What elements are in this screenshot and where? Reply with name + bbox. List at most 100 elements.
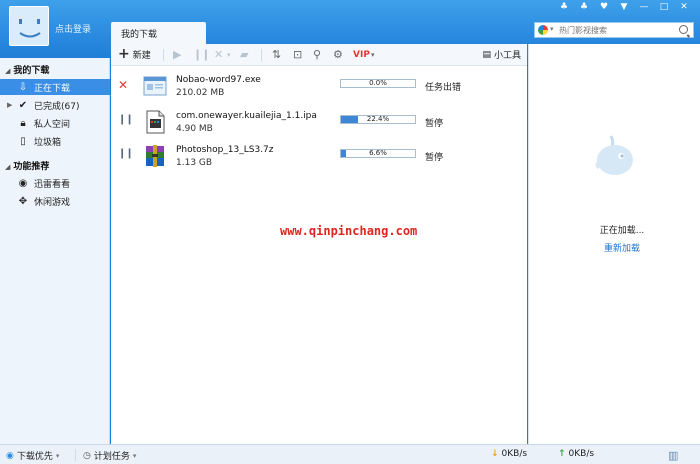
divider [75, 449, 76, 461]
error-x-icon[interactable]: ✕ [118, 78, 128, 92]
message-icon[interactable]: ♥ [598, 2, 610, 12]
sidebar-item-label: 休闲游戏 [34, 197, 71, 208]
start-icon[interactable]: ▶ [173, 48, 181, 62]
collapse-triangle-icon[interactable]: ◢ [5, 67, 10, 75]
video-icon: ◉ [18, 177, 28, 189]
avatar[interactable] [9, 6, 49, 46]
file-size: 1.13 GB [176, 158, 213, 168]
upload-speed-value: 0KB/s [568, 449, 595, 459]
trash-icon: ▯ [20, 135, 26, 147]
gear-icon[interactable]: ⚙ [333, 48, 343, 62]
tab-my-downloads[interactable]: 我的下载 [111, 22, 206, 44]
watermark-text: www.qinpinchang.com [280, 224, 418, 238]
task-status: 暂停 [425, 119, 444, 129]
close-icon[interactable]: ✕ [678, 2, 690, 12]
chevron-down-icon: ▾ [55, 451, 60, 460]
pause-icon[interactable]: ❙❙ [118, 114, 134, 125]
divider [261, 49, 262, 61]
sidebar-item-xunlei-kankan[interactable]: ◉ 迅雷看看 [0, 175, 110, 191]
skin-icon[interactable]: ♣ [558, 2, 570, 12]
loading-text: 正在加载... [599, 226, 645, 236]
reload-link[interactable]: 重新加载 [529, 241, 700, 254]
pause-icon[interactable]: ❙❙ [193, 48, 210, 62]
schedule-label: 计划任务 [93, 452, 130, 462]
sidebar-item-casual-games[interactable]: ✥ 休闲游戏 [0, 193, 110, 209]
status-bar: ◉ 下载优先 ▾ ◷ 计划任务 ▾ ↓ 0KB/s ↑ 0KB/s ▥ [0, 444, 700, 464]
lock-icon: 🔒︎ [20, 117, 26, 129]
progress-bar: 6.6% [340, 149, 416, 158]
float-window-toggle[interactable]: ▥ [668, 449, 678, 462]
sidebar-item-trash[interactable]: ▯ 垃圾箱 [0, 133, 110, 149]
float-window-icon: ▥ [668, 449, 679, 462]
settings-icon[interactable]: ▼ [618, 2, 630, 12]
check-icon: ✔ [18, 99, 28, 111]
section-label: 我的下载 [13, 66, 50, 76]
download-row[interactable]: ✕ Nobao-word97.exe 210.02 MB 0.0% 任务出错 [111, 71, 527, 105]
maximize-icon[interactable]: □ [658, 2, 670, 12]
chevron-down-icon: ▾ [132, 451, 137, 460]
vip-icon[interactable]: VIP [353, 48, 370, 62]
download-row[interactable]: ❙❙ Photoshop_13_LS3.7z 1.13 GB 6.6% 暂停 [111, 141, 527, 175]
search-icon[interactable] [679, 25, 688, 34]
section-label: 功能推荐 [13, 162, 50, 172]
priority-icon: ◉ [6, 450, 14, 461]
plus-icon: + [118, 46, 130, 62]
file-name: Nobao-word97.exe [176, 75, 261, 85]
info-panel: 正在加载... 重新加载 [528, 44, 700, 444]
pause-icon[interactable]: ❙❙ [118, 148, 134, 159]
task-info-icon[interactable]: ⊡ [293, 48, 302, 62]
file-name: Photoshop_13_LS3.7z [176, 145, 274, 155]
archive-file-icon [146, 145, 164, 167]
ipa-file-icon [146, 110, 165, 134]
upload-speed-arrow-icon: ↑ [558, 449, 566, 459]
chevron-down-icon[interactable]: ▾ [550, 25, 554, 33]
file-name: com.onewayer.kuailejia_1.1.ipa [176, 111, 317, 121]
scheduled-tasks-dropdown[interactable]: ◷ 计划任务 ▾ [83, 449, 137, 463]
search-box[interactable]: ▾ [534, 22, 694, 38]
download-priority-dropdown[interactable]: ◉ 下载优先 ▾ [6, 449, 60, 463]
delete-dropdown-icon[interactable]: ▾ [227, 48, 231, 62]
minimize-icon[interactable]: — [638, 2, 650, 12]
search-input[interactable] [559, 24, 674, 36]
login-link[interactable]: 点击登录 [55, 22, 91, 35]
progress-percent: 6.6% [369, 149, 387, 157]
clock-icon: ◷ [83, 450, 91, 461]
open-folder-icon[interactable]: ▰ [240, 48, 248, 62]
sidebar-item-private-space[interactable]: 🔒︎ 私人空间 [0, 115, 110, 131]
avatar-face-icon [19, 19, 41, 38]
window-controls: ♣ ♣ ♥ ▼ — □ ✕ [558, 2, 690, 12]
toolbox-icon: ▤ [482, 49, 491, 60]
browser-logo-icon [538, 25, 548, 35]
tools-label: 小工具 [493, 51, 521, 61]
priority-label: 下载优先 [16, 452, 53, 462]
sidebar-item-label: 已完成(67) [34, 101, 80, 112]
sidebar-item-label: 垃圾箱 [34, 137, 62, 148]
sidebar-item-downloading[interactable]: ⇩ 正在下载 [0, 79, 110, 95]
upload-speed: ↑ 0KB/s [558, 449, 594, 459]
sidebar-section-recommended[interactable]: ◢ 功能推荐 [5, 159, 49, 172]
expand-triangle-icon[interactable]: ▶ [7, 101, 12, 109]
file-size: 4.90 MB [176, 124, 213, 134]
delete-icon[interactable]: ✕ [214, 48, 223, 62]
sidebar-item-label: 迅雷看看 [34, 179, 71, 190]
collapse-triangle-icon[interactable]: ◢ [5, 163, 10, 171]
progress-percent: 0.0% [369, 79, 387, 87]
thunder-bird-mascot-icon [595, 135, 633, 175]
sidebar-section-my-downloads[interactable]: ◢ 我的下载 [5, 63, 49, 76]
progress-bar: 22.4% [340, 115, 416, 124]
new-task-button[interactable]: + 新建 [118, 47, 151, 61]
sidebar-item-label: 私人空间 [34, 119, 71, 130]
gamepad-icon: ✥ [18, 195, 28, 207]
download-row[interactable]: ❙❙ com.onewayer.kuailejia_1.1.ipa 4.90 M… [111, 107, 527, 141]
vip-dropdown-icon[interactable]: ▾ [371, 48, 375, 62]
progress-bar: 0.0% [340, 79, 416, 88]
task-status: 任务出错 [425, 83, 462, 93]
exe-file-icon [143, 76, 167, 96]
theme-icon[interactable]: ♣ [578, 2, 590, 12]
tools-button[interactable]: ▤ 小工具 [482, 48, 521, 62]
sidebar-item-completed[interactable]: ▶ ✔ 已完成(67) [0, 97, 110, 113]
sort-icon[interactable]: ⇅ [272, 48, 281, 62]
search-icon[interactable]: ⚲ [313, 48, 321, 62]
divider [163, 49, 164, 61]
toolbar: + 新建 ▶ ❙❙ ✕ ▾ ▰ ⇅ ⊡ ⚲ ⚙ VIP ▾ ▤ 小工具 [111, 44, 527, 66]
